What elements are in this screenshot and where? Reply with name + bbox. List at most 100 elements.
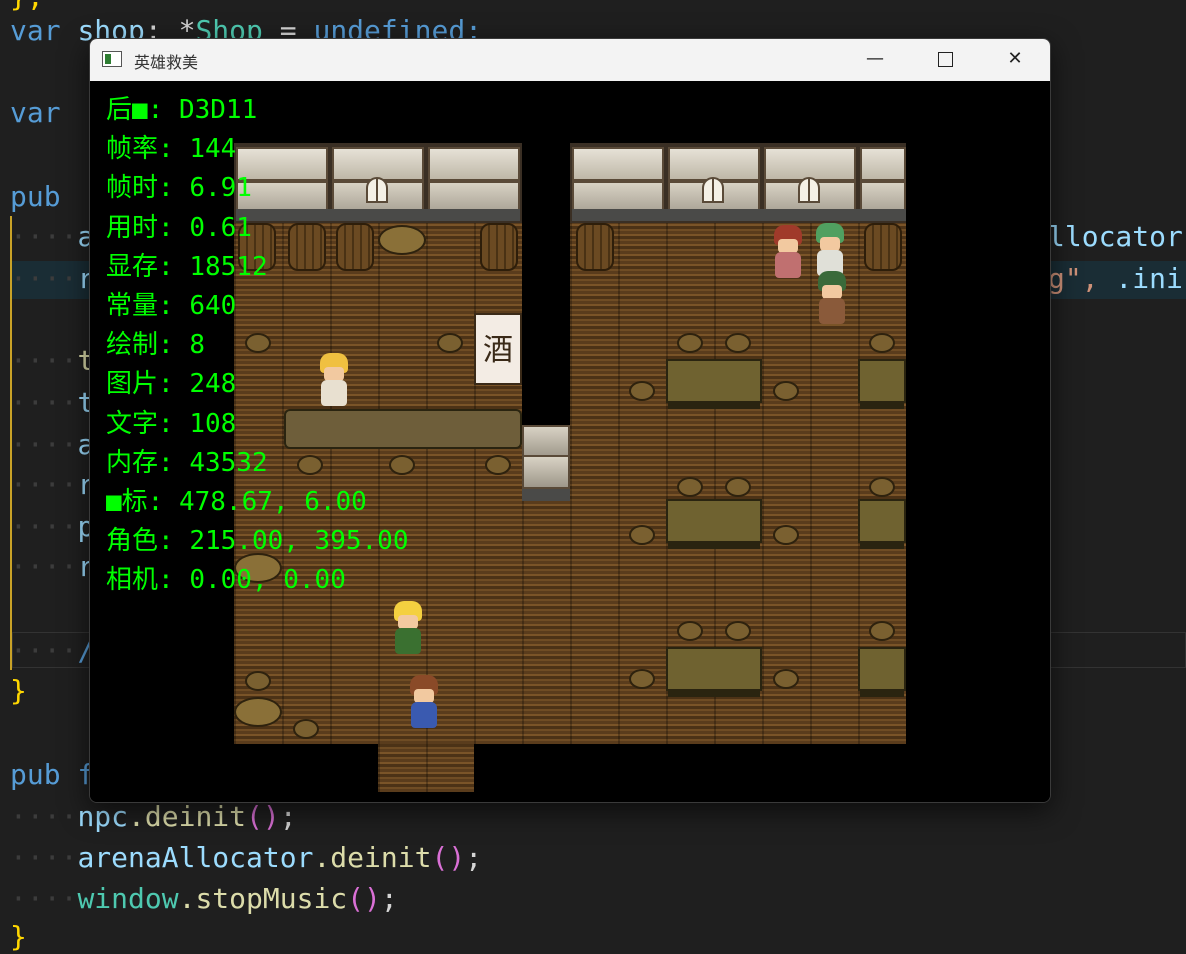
player-character[interactable] — [406, 675, 442, 731]
stool — [485, 455, 511, 475]
code-line: ····arenaAllocator.deinit(); — [10, 841, 483, 874]
stool — [437, 333, 463, 353]
minimize-icon: — — [866, 48, 884, 69]
debug-label: 常量 — [106, 290, 159, 321]
barrel — [480, 223, 518, 271]
stool — [245, 671, 271, 691]
debug-label: 角色 — [106, 526, 159, 557]
tavern-sign: 酒 — [474, 313, 522, 385]
wall-panel — [428, 147, 520, 181]
tavern-floor-middle — [522, 461, 570, 744]
debug-row: 内存: 43532 — [106, 447, 268, 478]
debug-label: 绘制 — [106, 330, 159, 361]
debug-row: 显存: 18512 — [106, 251, 268, 282]
partition-panel — [522, 455, 570, 489]
debug-label: 帧率 — [106, 134, 159, 165]
maximize-button[interactable] — [910, 39, 980, 81]
debug-row: 帧时: 6.91 — [106, 173, 252, 204]
wall-window — [702, 177, 724, 203]
stool — [629, 381, 655, 401]
code-line: ····a — [10, 220, 95, 253]
debug-row: 后■: D3D11 — [106, 95, 258, 125]
debug-row: 常量: 640 — [106, 290, 237, 321]
stool — [773, 669, 799, 689]
debug-value: 43532 — [189, 447, 268, 478]
debug-value: 478.67, 6.00 — [178, 486, 367, 517]
debug-value: 18512 — [189, 251, 268, 282]
app-icon — [102, 51, 122, 67]
stool — [677, 621, 703, 641]
wall-panel — [572, 147, 664, 181]
stool — [773, 381, 799, 401]
helmet-npc[interactable] — [814, 271, 850, 327]
code-line: pub — [10, 180, 61, 213]
wall-panel — [860, 147, 906, 181]
debug-label: 用时 — [106, 212, 159, 243]
debug-row: 角色: 215.00, 395.00 — [106, 526, 409, 557]
debug-label: 图片 — [106, 369, 159, 400]
debug-label: 帧时 — [106, 173, 159, 204]
debug-row: 图片: 248 — [106, 369, 237, 400]
debug-row: 文字: 108 — [106, 408, 237, 439]
stool — [293, 719, 319, 739]
stool — [869, 333, 895, 353]
partition-panel — [522, 425, 570, 459]
stool — [725, 621, 751, 641]
maximize-icon — [937, 51, 953, 67]
game-viewport[interactable]: 酒 后■: D3D11 帧率: 144 帧时: 6.91 用时: 0.61 显存… — [90, 81, 1050, 802]
debug-label: 后■ — [106, 95, 148, 125]
code-line: var — [10, 96, 61, 129]
code-line: ····r — [10, 550, 95, 583]
minimize-button[interactable]: — — [840, 39, 910, 81]
green-cloak-npc[interactable] — [390, 601, 426, 657]
debug-row: 帧率: 144 — [106, 134, 237, 165]
code-line: ····r — [10, 262, 95, 295]
close-button[interactable]: ✕ — [980, 39, 1050, 81]
game-window[interactable]: 英雄救美 — ✕ 酒 后■: D3D11 帧率: 144 帧时: 6.91 用时… — [89, 38, 1051, 803]
window-titlebar[interactable]: 英雄救美 — ✕ — [90, 39, 1050, 81]
code-line: } — [10, 674, 27, 707]
wall-panel — [668, 147, 760, 181]
dining-table — [858, 359, 906, 409]
debug-value: D3D11 — [178, 95, 258, 125]
debug-value: 108 — [189, 408, 237, 439]
code-fragment: g", .ini — [1048, 262, 1183, 295]
debug-value: 640 — [189, 290, 237, 321]
debug-overlay: 后■: D3D11 帧率: 144 帧时: 6.91 用时: 0.61 显存: 1851… — [106, 95, 408, 604]
stool — [677, 477, 703, 497]
code-line: pub f — [10, 758, 95, 791]
code-line: ····/ — [10, 634, 95, 667]
debug-value: 6.91 — [189, 173, 252, 204]
barrel — [864, 223, 902, 271]
stool — [677, 333, 703, 353]
code-line: }; — [10, 0, 44, 14]
stool — [869, 621, 895, 641]
debug-label: ■标 — [106, 486, 148, 517]
code-fragment: llocator — [1048, 220, 1183, 253]
red-hair-npc[interactable] — [770, 225, 806, 281]
debug-value: 8 — [189, 330, 205, 361]
dining-table — [666, 499, 762, 549]
wall-window — [798, 177, 820, 203]
stool — [773, 525, 799, 545]
barrel — [576, 223, 614, 271]
code-line: ····window.stopMusic(); — [10, 882, 398, 915]
debug-label: 相机 — [106, 565, 159, 596]
debug-label: 文字 — [106, 408, 159, 439]
debug-row: ■标: 478.67, 6.00 — [106, 486, 367, 517]
dining-table — [858, 647, 906, 697]
close-icon: ✕ — [1007, 48, 1023, 69]
wall-base — [572, 209, 906, 221]
debug-value: 215.00, 395.00 — [189, 526, 409, 557]
code-line: ····a — [10, 428, 95, 461]
stool — [725, 333, 751, 353]
debug-row: 绘制: 8 — [106, 330, 205, 361]
code-line: } — [10, 920, 27, 953]
stool — [629, 669, 655, 689]
stool — [869, 477, 895, 497]
debug-value: 0.61 — [189, 212, 252, 243]
round-table — [234, 697, 282, 727]
code-line: ····t — [10, 344, 95, 377]
dining-table — [666, 359, 762, 409]
code-line: ····p — [10, 510, 95, 543]
